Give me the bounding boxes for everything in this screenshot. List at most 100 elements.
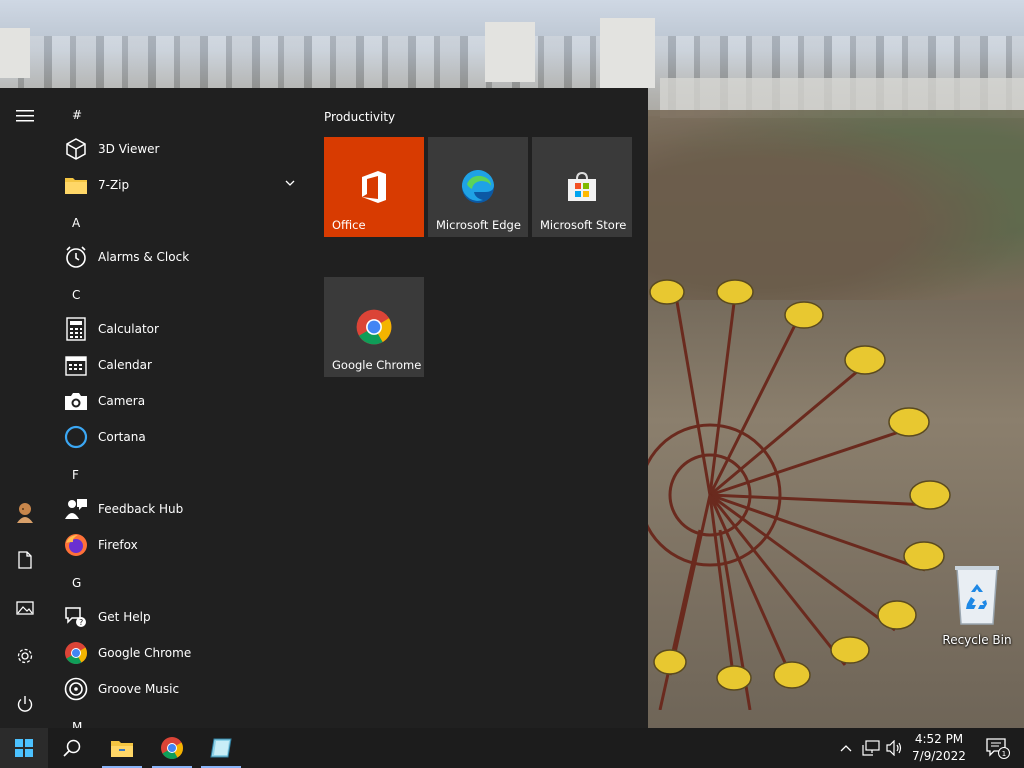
cube-icon [62,135,90,163]
recycle-bin-icon [955,566,999,625]
network-button[interactable] [860,728,882,768]
svg-text:?: ? [79,618,83,627]
group-header-m[interactable]: M [72,720,82,728]
taskbar-google-chrome[interactable] [150,728,194,768]
calendar-icon [62,351,90,379]
taskbar-clock[interactable]: 4:52 PM 7/9/2022 [906,731,972,765]
app-label: Calculator [98,322,159,336]
app-label: Groove Music [98,682,180,696]
windows-logo-icon [15,739,33,757]
taskbar-file-explorer[interactable] [100,728,144,768]
list-item-camera[interactable]: Camera [60,383,304,419]
taskbar: 4:52 PM 7/9/2022 1 [0,728,1024,768]
show-hidden-icons-button[interactable] [836,728,856,768]
folder-icon [62,171,90,199]
list-item-firefox[interactable]: Firefox [60,527,304,563]
folder-icon [111,741,133,757]
power-icon [17,696,33,712]
edge-icon [458,167,498,207]
app-label: Cortana [98,430,146,444]
office-icon [354,167,394,207]
hamburger-icon [16,110,34,122]
calculator-icon [62,315,90,343]
power-button[interactable] [0,684,50,724]
firefox-icon [62,531,90,559]
settings-button[interactable] [0,636,50,676]
document-icon [18,551,32,569]
tile-microsoft-store[interactable]: Microsoft Store [532,137,632,237]
feedback-hub-icon [62,495,90,523]
app-label: Firefox [98,538,138,552]
list-item-calculator[interactable]: Calculator [60,311,304,347]
group-header-hash[interactable]: # [72,108,82,122]
recycle-bin[interactable]: Recycle Bin [938,560,1016,647]
app-label: 7-Zip [98,178,130,192]
user-avatar-icon [17,503,33,523]
app-label: Google Chrome [98,646,192,660]
start-button[interactable] [0,728,48,768]
list-item-alarms-clock[interactable]: Alarms & Clock [60,239,304,275]
wallpaper-tower [600,18,655,88]
app-label: Camera [98,394,146,408]
list-item-cortana[interactable]: Cortana [60,419,304,455]
wallpaper-tower [485,22,535,82]
get-help-icon: ? [62,603,90,631]
app-label: Calendar [98,358,152,372]
search-button[interactable] [48,728,96,768]
group-header-a[interactable]: A [72,216,80,230]
start-rail [0,88,50,728]
tile-label: Microsoft Edge [436,218,521,232]
camera-icon [62,387,90,415]
list-item-7-zip[interactable]: 7-Zip [60,167,304,203]
chrome-icon [354,307,394,347]
list-item-google-chrome[interactable]: Google Chrome [60,635,304,671]
taskbar-app-window[interactable] [199,728,243,768]
gear-icon [17,648,33,664]
tile-google-chrome[interactable]: Google Chrome [324,277,424,377]
store-bag-icon [562,167,602,207]
list-item-get-help[interactable]: ? Get Help [60,599,304,635]
action-center-button[interactable]: 1 [978,728,1018,768]
tile-group-title[interactable]: Productivity [324,110,395,124]
tile-label: Microsoft Store [540,218,627,232]
list-item-calendar[interactable]: Calendar [60,347,304,383]
network-icon [862,740,880,756]
wallpaper-tower [0,28,30,78]
list-item-3d-viewer[interactable]: 3D Viewer [60,131,304,167]
documents-button[interactable] [0,540,50,580]
alarm-clock-icon [62,243,90,271]
list-item-feedback-hub[interactable]: Feedback Hub [60,491,304,527]
notification-icon: 1 [986,738,1010,759]
tile-label: Office [332,218,366,232]
chrome-icon [161,737,183,759]
clock-time: 4:52 PM [914,732,964,746]
groove-music-icon [62,675,90,703]
app-label: Feedback Hub [98,502,184,516]
tile-label: Google Chrome [332,358,422,372]
app-label: Get Help [98,610,151,624]
chevron-down-icon[interactable] [284,177,296,192]
chevron-up-icon [840,745,852,752]
group-header-f[interactable]: F [72,468,79,482]
tile-microsoft-edge[interactable]: Microsoft Edge [428,137,528,237]
app-window-icon [210,738,232,758]
tile-office[interactable]: Office [324,137,424,237]
app-label: 3D Viewer [98,142,160,156]
pictures-button[interactable] [0,588,50,628]
user-account-button[interactable] [0,492,50,532]
clock-date: 7/9/2022 [912,749,966,763]
cortana-icon [62,423,90,451]
recycle-bin-label: Recycle Bin [942,633,1012,647]
start-menu: # 3D Viewer 7-Zip A Alarms & Clock C Cal… [0,88,648,728]
search-icon [63,739,81,757]
notification-count: 1 [1002,750,1006,758]
group-header-g[interactable]: G [72,576,81,590]
list-item-groove-music[interactable]: Groove Music [60,671,304,707]
all-apps-list: # 3D Viewer 7-Zip A Alarms & Clock C Cal… [54,88,310,728]
chrome-icon [62,639,90,667]
app-label: Alarms & Clock [98,250,190,264]
group-header-c[interactable]: C [72,288,80,302]
expand-menu-button[interactable] [0,96,50,136]
volume-button[interactable] [884,728,906,768]
pictures-icon [16,601,34,615]
